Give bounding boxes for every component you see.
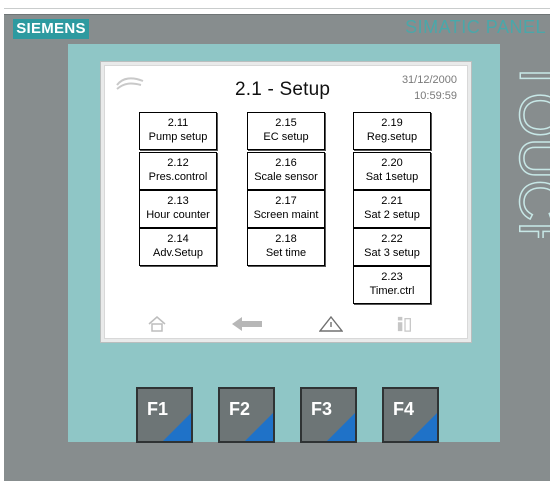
tile-number: 2.23 bbox=[381, 271, 403, 283]
warning-icon[interactable] bbox=[319, 316, 343, 332]
tile-label: Set time bbox=[265, 247, 307, 259]
hmi-screen: 2.1 - Setup 31/12/2000 10:59:59 2.11 Pum… bbox=[104, 65, 468, 339]
tile-2-11[interactable]: 2.11 Pump setup bbox=[139, 112, 217, 150]
tile-2-17[interactable]: 2.17 Screen maint bbox=[247, 190, 325, 228]
tile-2-15[interactable]: 2.15 EC setup bbox=[247, 112, 325, 150]
home-icon[interactable] bbox=[147, 316, 167, 332]
key-corner-accent bbox=[409, 413, 437, 441]
key-corner-accent bbox=[163, 413, 191, 441]
brand-logo: SIEMENS bbox=[13, 19, 89, 39]
datetime-display: 31/12/2000 10:59:59 bbox=[402, 72, 457, 104]
tile-number: 2.18 bbox=[275, 233, 297, 245]
f1-key[interactable]: F1 bbox=[136, 387, 193, 443]
tile-label: Pump setup bbox=[148, 131, 208, 143]
key-corner-accent bbox=[245, 413, 273, 441]
tile-2-22[interactable]: 2.22 Sat 3 setup bbox=[353, 228, 431, 266]
swoosh-logo-icon bbox=[116, 77, 144, 90]
touch-wordmark-text: TOUCH bbox=[507, 58, 550, 238]
back-arrow-icon[interactable] bbox=[231, 316, 263, 332]
time-text: 10:59:59 bbox=[414, 90, 457, 102]
model-label: SIMATIC PANEL bbox=[405, 17, 546, 37]
info-icon[interactable] bbox=[395, 316, 415, 332]
tile-number: 2.20 bbox=[381, 157, 403, 169]
tile-label: Scale sensor bbox=[254, 171, 318, 183]
tile-number: 2.12 bbox=[167, 157, 189, 169]
tile-2-23[interactable]: 2.23 Timer.ctrl bbox=[353, 266, 431, 304]
tile-2-12[interactable]: 2.12 Pres.control bbox=[139, 152, 217, 190]
f3-key[interactable]: F3 bbox=[300, 387, 357, 443]
tile-number: 2.13 bbox=[167, 195, 189, 207]
tile-label: Sat 2 setup bbox=[364, 209, 420, 221]
tile-number: 2.16 bbox=[275, 157, 297, 169]
tile-label: Reg.setup bbox=[366, 131, 418, 143]
tile-2-14[interactable]: 2.14 Adv.Setup bbox=[139, 228, 217, 266]
tile-label: Hour counter bbox=[146, 209, 210, 221]
tile-2-19[interactable]: 2.19 Reg.setup bbox=[353, 112, 431, 150]
tile-2-18[interactable]: 2.18 Set time bbox=[247, 228, 325, 266]
tile-label: EC setup bbox=[263, 131, 309, 143]
f4-key[interactable]: F4 bbox=[382, 387, 439, 443]
tile-number: 2.17 bbox=[275, 195, 297, 207]
tile-number: 2.19 bbox=[381, 117, 403, 129]
tile-label: Screen maint bbox=[253, 209, 319, 221]
tile-number: 2.14 bbox=[167, 233, 189, 245]
page-title: 2.1 - Setup bbox=[235, 79, 331, 100]
tile-label: Pres.control bbox=[148, 171, 208, 183]
tile-number: 2.21 bbox=[381, 195, 403, 207]
device-frame: SIEMENS SIMATIC PANEL TOUCH 2.1 - Setup … bbox=[0, 0, 554, 484]
tile-number: 2.15 bbox=[275, 117, 297, 129]
top-divider bbox=[4, 8, 550, 9]
tile-2-20[interactable]: 2.20 Sat 1setup bbox=[353, 152, 431, 190]
touch-wordmark: TOUCH bbox=[490, 48, 554, 264]
f2-key[interactable]: F2 bbox=[218, 387, 275, 443]
tile-label: Sat 1setup bbox=[365, 171, 419, 183]
date-text: 31/12/2000 bbox=[401, 74, 457, 86]
tile-2-16[interactable]: 2.16 Scale sensor bbox=[247, 152, 325, 190]
tile-label: Timer.ctrl bbox=[369, 285, 415, 297]
tile-label: Adv.Setup bbox=[153, 247, 203, 259]
tile-label: Sat 3 setup bbox=[364, 247, 420, 259]
tile-2-13[interactable]: 2.13 Hour counter bbox=[139, 190, 217, 228]
tile-number: 2.11 bbox=[167, 117, 189, 129]
key-corner-accent bbox=[327, 413, 355, 441]
tile-number: 2.22 bbox=[381, 233, 403, 245]
tile-2-21[interactable]: 2.21 Sat 2 setup bbox=[353, 190, 431, 228]
